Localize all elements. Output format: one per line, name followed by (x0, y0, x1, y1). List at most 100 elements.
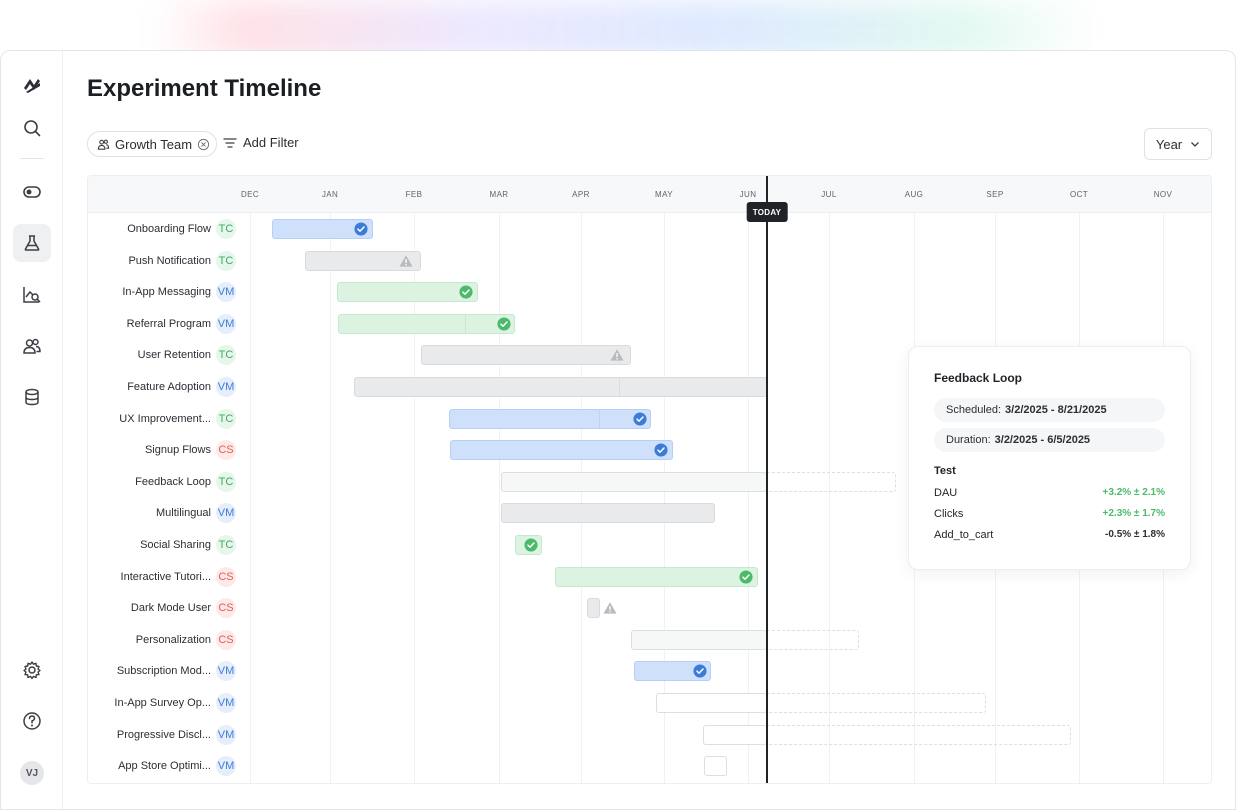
month-label: JAN (321, 190, 339, 199)
month-label: OCT (1069, 190, 1089, 199)
scheduled-value: 3/2/2025 - 8/21/2025 (1005, 404, 1107, 416)
owner-avatar: CS (216, 629, 236, 650)
experiment-name[interactable]: Subscription Mod... (117, 665, 211, 677)
experiment-name[interactable]: Referral Program (127, 318, 211, 330)
owner-avatar: VM (216, 313, 236, 334)
experiment-bar[interactable] (704, 756, 727, 777)
experiment-name[interactable]: In-App Messaging (122, 286, 211, 298)
help-icon[interactable] (13, 702, 51, 740)
add-filter-label: Add Filter (243, 135, 299, 150)
metric-value: +2.3% ± 1.7% (1102, 508, 1165, 519)
owner-avatar: CS (216, 440, 236, 461)
owner-avatar: VM (216, 661, 236, 682)
duration-value: 3/2/2025 - 6/5/2025 (994, 434, 1091, 446)
month-label: MAY (655, 190, 673, 199)
duration-label: Duration: (946, 434, 991, 446)
experiment-bar-scheduled[interactable] (767, 693, 986, 713)
experiment-bar[interactable] (501, 503, 715, 524)
experiment-name[interactable]: Progressive Discl... (117, 729, 211, 741)
experiment-name[interactable]: Interactive Tutori... (121, 571, 211, 583)
experiment-bar[interactable] (555, 566, 758, 587)
owner-avatar: VM (216, 724, 236, 745)
experiment-bar[interactable] (449, 408, 651, 429)
check-circle-icon (693, 664, 708, 679)
owner-avatar: CS (216, 566, 236, 587)
database-icon[interactable] (13, 378, 51, 416)
experiment-name[interactable]: Personalization (136, 634, 211, 646)
gear-icon[interactable] (13, 651, 51, 689)
experiment-bar[interactable] (450, 440, 673, 461)
month-label: NOV (1153, 190, 1173, 199)
metrics-section-title: Test (934, 465, 956, 477)
experiment-bar-scheduled[interactable] (767, 629, 859, 650)
experiment-bar[interactable] (501, 471, 767, 492)
experiment-bar-scheduled[interactable] (767, 471, 896, 492)
filter-chip-growth-team[interactable]: Growth Team (87, 131, 218, 157)
month-label: SEP (986, 190, 1004, 199)
experiment-bar[interactable] (337, 282, 478, 303)
metric-value: -0.5% ± 1.8% (1105, 529, 1165, 540)
experiment-bar[interactable] (631, 629, 767, 650)
experiment-bar[interactable] (354, 377, 767, 397)
metric-row: Add_to_cart -0.5% ± 1.8% (934, 529, 1165, 541)
users-icon (97, 139, 110, 150)
bar-segment-divider (465, 314, 466, 333)
view-range-select[interactable]: Year (1144, 128, 1212, 160)
owner-avatar: VM (216, 377, 236, 397)
experiment-name[interactable]: Feedback Loop (135, 476, 211, 488)
warning-icon (603, 601, 618, 616)
experiment-name[interactable]: UX Improvement... (119, 413, 211, 425)
add-filter-button[interactable]: Add Filter (223, 135, 299, 150)
users-icon[interactable] (13, 327, 51, 365)
check-circle-icon (524, 538, 539, 553)
warning-icon (399, 253, 414, 268)
check-circle-icon (739, 569, 754, 584)
experiment-name[interactable]: Dark Mode User (131, 602, 211, 614)
experiment-name[interactable]: Signup Flows (145, 444, 211, 456)
search-icon[interactable] (13, 109, 51, 147)
experiment-bar[interactable] (587, 598, 600, 619)
metric-value: +3.2% ± 2.1% (1102, 487, 1165, 498)
metric-row: DAU +3.2% ± 2.1% (934, 487, 1165, 499)
experiment-bar-scheduled[interactable] (767, 724, 1071, 745)
experiment-bar[interactable] (338, 313, 515, 334)
month-gridline (499, 213, 500, 783)
sidebar-divider (20, 158, 44, 159)
sidebar: VJ (1, 51, 63, 809)
experiment-bar[interactable] (656, 693, 767, 713)
view-range-value: Year (1155, 136, 1183, 152)
experiment-name[interactable]: Onboarding Flow (127, 223, 211, 235)
experiment-bar[interactable] (703, 724, 767, 745)
experiment-popover: Feedback Loop Scheduled: 3/2/2025 - 8/21… (908, 346, 1191, 570)
warning-icon (610, 348, 625, 363)
owner-avatar: TC (216, 250, 236, 271)
month-gridline (581, 213, 582, 783)
experiment-bar[interactable] (421, 345, 631, 366)
month-label: AUG (904, 190, 924, 199)
experiment-name[interactable]: Multilingual (156, 507, 211, 519)
experiment-name[interactable]: User Retention (138, 349, 211, 361)
check-circle-icon (654, 443, 669, 458)
month-gridline (330, 213, 331, 783)
metric-name: DAU (934, 487, 958, 499)
experiment-name[interactable]: Social Sharing (140, 539, 211, 551)
bar-segment-divider (599, 409, 600, 428)
experiment-name[interactable]: Push Notification (128, 255, 211, 267)
experiment-name[interactable]: Feature Adoption (127, 381, 211, 393)
logo-icon[interactable] (13, 67, 51, 105)
chevron-down-icon (1191, 142, 1200, 147)
avatar[interactable]: VJ (20, 761, 44, 785)
month-label: DEC (240, 190, 260, 199)
owner-avatar: TC (216, 535, 236, 555)
filter-chip-label: Growth Team (115, 136, 193, 152)
flask-icon[interactable] (13, 224, 51, 262)
toggle-icon[interactable] (13, 173, 51, 211)
experiment-name[interactable]: In-App Survey Op... (114, 697, 211, 709)
owner-avatar: VM (216, 282, 236, 303)
chart-search-icon[interactable] (13, 276, 51, 314)
experiment-name[interactable]: App Store Optimi... (118, 760, 211, 772)
timeline-header: DECJANFEBMARAPRMAYJUNJULAUGSEPOCTNOVDEC (88, 176, 1211, 213)
remove-filter-icon[interactable] (197, 138, 210, 151)
owner-avatar: CS (216, 598, 236, 619)
page-title: Experiment Timeline (87, 75, 322, 102)
